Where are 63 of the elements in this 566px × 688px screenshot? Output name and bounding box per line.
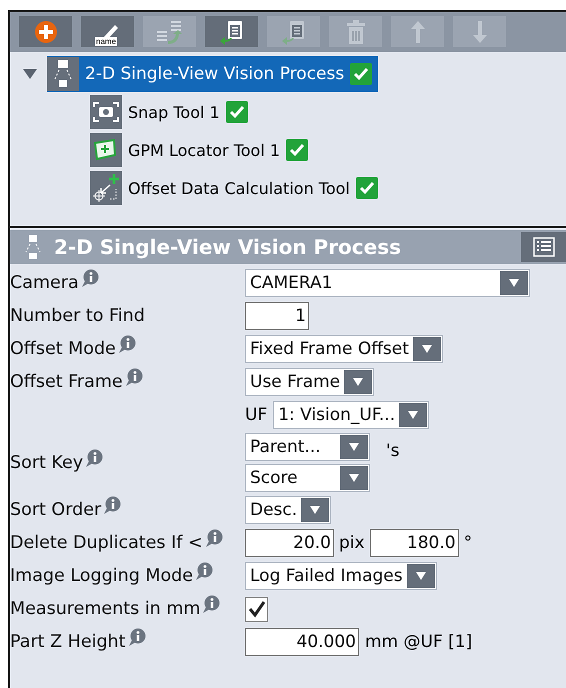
arrow-down-icon [472,20,488,44]
locator-icon [90,133,122,167]
tree-item-label: GPM Locator Tool 1 [128,140,280,160]
number-field[interactable]: 1 [245,302,309,330]
add-button[interactable] [19,16,72,47]
unit-label: UF [245,405,268,425]
button-label: name [95,37,118,46]
number-field[interactable]: 40.000 [245,628,359,656]
info-icon[interactable] [84,448,104,468]
dropdown[interactable]: Fixed Frame Offset [245,335,443,363]
field-label: Image Logging Mode [10,566,194,586]
tree-item[interactable]: GPM Locator Tool 1 [90,132,314,168]
field-label: Offset Mode [10,339,116,359]
tree-item-label: Offset Data Calculation Tool [128,178,350,198]
field-label: Sort Order [10,500,102,520]
arrow-up-icon [410,20,426,44]
info-icon[interactable] [80,269,100,289]
field-label: Camera [10,273,79,293]
dropdown[interactable]: Desc. [245,496,332,524]
field-label: Part Z Height [10,632,126,652]
unit-label: 's [385,440,400,461]
info-icon[interactable] [194,562,214,582]
field-label: Offset Frame [10,372,123,392]
info-icon[interactable] [126,628,147,648]
vision-process-icon [24,234,42,260]
dropdown[interactable]: 1: Vision_UF... [273,401,430,429]
tree-item[interactable]: Snap Tool 1 [90,94,254,130]
plus-icon [34,20,58,44]
list-arrow-icon [154,18,184,44]
camera-icon [90,95,122,129]
field-label: Number to Find [10,306,145,326]
list-icon [532,237,554,257]
field-label: Delete Duplicates If < [10,533,203,553]
number-field[interactable]: 20.0 [245,529,334,557]
info-icon[interactable] [201,595,222,615]
tree-item[interactable]: Offset Data Calculation Tool [90,170,384,206]
tree-item-label: Snap Tool 1 [128,102,220,122]
unit-label: pix [339,533,365,553]
menu-button[interactable] [521,232,566,262]
tree-item[interactable]: 2-D Single-View Vision Process [47,56,378,92]
field-label: Measurements in mm [10,599,200,619]
offset-calculation-icon [90,171,122,205]
rename-button[interactable]: name [81,16,134,47]
dropdown[interactable]: Use Frame [245,368,374,396]
vision-process-icon [47,57,79,91]
info-icon[interactable] [116,335,137,355]
dropdown[interactable]: CAMERA1 [245,269,530,297]
info-icon[interactable] [204,529,224,549]
tree-item-label: 2-D Single-View Vision Process [85,64,344,84]
unit-label: ° [464,533,472,553]
number-field[interactable]: 180.0 [370,529,459,557]
checkbox[interactable] [245,596,268,622]
dropdown[interactable]: Score [245,464,370,492]
field-label: Sort Key [10,452,84,472]
dropdown[interactable]: Parent... [245,433,370,461]
section-title: 2-D Single-View Vision Process [54,235,402,259]
info-icon[interactable] [124,368,144,388]
paste-button[interactable] [205,16,258,47]
trash-icon [344,18,366,44]
dropdown[interactable]: Log Failed Images [245,562,437,590]
info-icon[interactable] [102,496,122,516]
expand-triangle-icon[interactable] [22,68,38,80]
unit-label: mm @UF [1] [365,632,472,652]
